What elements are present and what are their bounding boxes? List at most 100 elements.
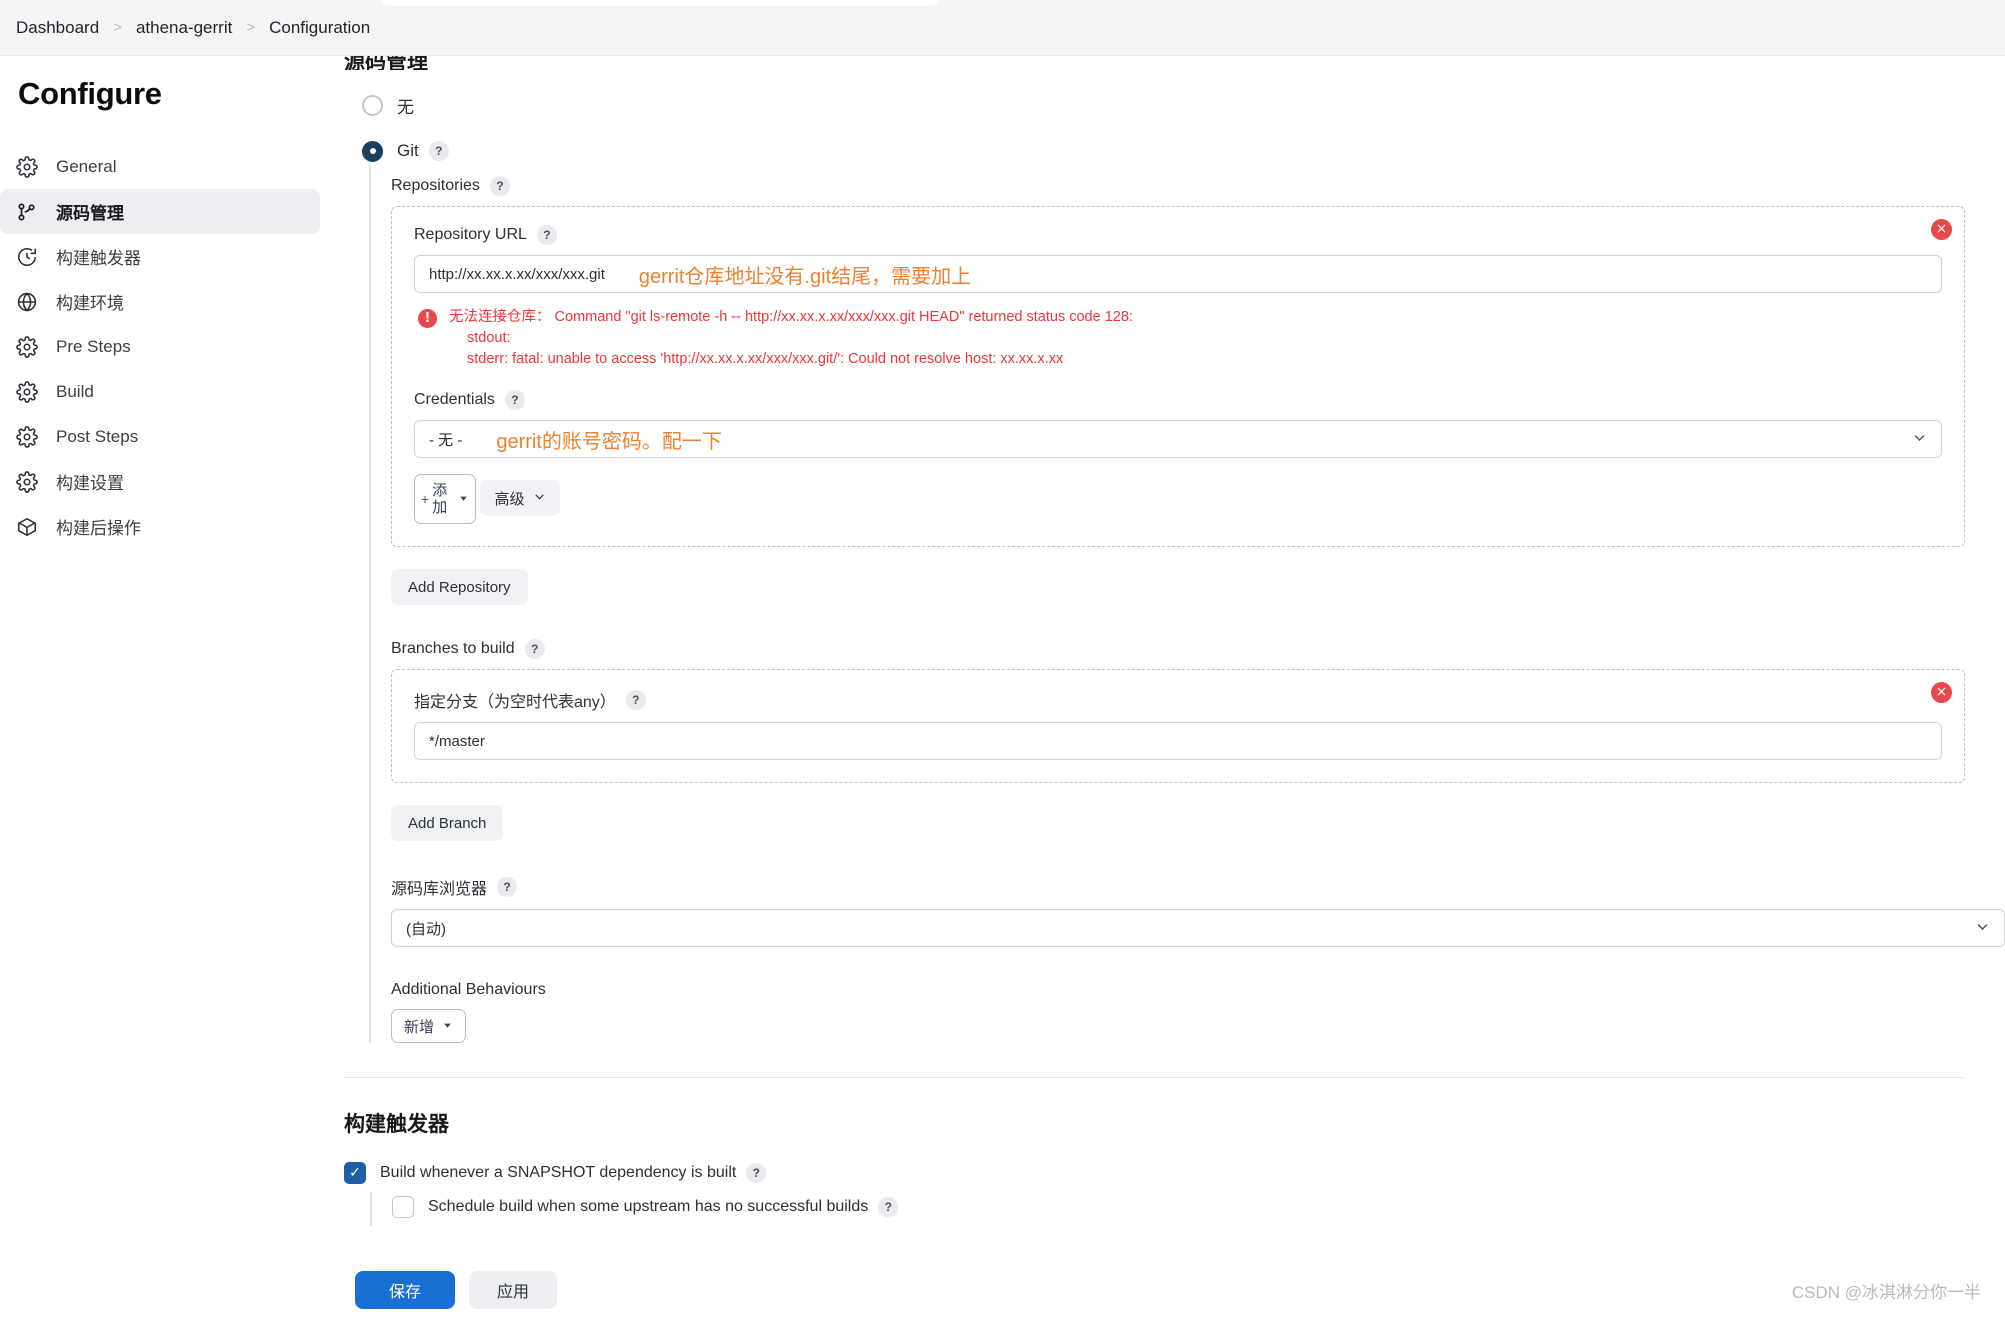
branch-specifier-label-row: 指定分支（为空时代表any） ?	[414, 688, 1942, 712]
chevron-down-icon	[458, 491, 469, 508]
breadcrumb: Dashboard > athena-gerrit > Configuratio…	[0, 0, 2005, 56]
advanced-button[interactable]: 高级	[480, 480, 561, 516]
credentials-label-row: Credentials ?	[414, 390, 1942, 410]
repository-url-label: Repository URL	[414, 226, 527, 243]
breadcrumb-item-dashboard[interactable]: Dashboard	[12, 16, 103, 40]
help-icon[interactable]: ?	[428, 141, 449, 161]
radio-none[interactable]	[362, 94, 383, 116]
breadcrumb-item-job[interactable]: athena-gerrit	[132, 16, 236, 40]
form-footer: 保存 应用	[330, 1261, 2005, 1317]
trigger-schedule-upstream[interactable]: Schedule build when some upstream has no…	[392, 1196, 2005, 1218]
sidebar-item-label: General	[56, 156, 117, 176]
delete-branch-button[interactable]: ×	[1931, 682, 1952, 703]
chevron-down-icon	[442, 1018, 453, 1035]
save-button[interactable]: 保存	[355, 1270, 456, 1309]
help-icon[interactable]: ?	[489, 176, 510, 196]
help-icon[interactable]: ?	[878, 1197, 899, 1217]
sidebar-item-label: Pre Steps	[56, 336, 131, 356]
repository-error-message: ! 无法连接仓库： Command "git ls-remote -h -- h…	[414, 307, 1942, 370]
branch-specifier-input[interactable]: */master	[414, 722, 1942, 760]
gear-icon	[14, 379, 40, 405]
trigger-snapshot-dependency[interactable]: Build whenever a SNAPSHOT dependency is …	[344, 1162, 2005, 1184]
breadcrumb-separator-icon: >	[113, 19, 122, 36]
sidebar-item-pre-steps[interactable]: Pre Steps	[0, 324, 320, 369]
repository-url-input[interactable]: http://xx.xx.x.xx/xxx/xxx.git gerrit仓库地址…	[414, 255, 1942, 293]
repository-url-label-row: Repository URL ?	[414, 225, 1942, 245]
add-credentials-label: 添加	[432, 482, 448, 516]
repositories-label-row: Repositories ?	[391, 176, 2005, 196]
help-icon[interactable]: ?	[504, 390, 525, 410]
git-config-block: Repositories ? × Repository URL ? http:/…	[369, 166, 2005, 1043]
radio-git[interactable]	[362, 140, 383, 162]
sidebar-item-build-triggers[interactable]: 构建触发器	[0, 234, 320, 279]
help-icon[interactable]: ?	[497, 877, 518, 897]
package-icon	[14, 514, 40, 540]
sidebar-item-label: 构建触发器	[56, 249, 141, 268]
plus-icon: +	[421, 490, 430, 507]
sidebar-item-general[interactable]: General	[0, 144, 320, 189]
gear-icon	[14, 334, 40, 360]
add-credentials-button[interactable]: + 添加	[414, 474, 476, 524]
add-branch-button[interactable]: Add Branch	[391, 805, 504, 841]
additional-behaviours-add-button[interactable]: 新增	[391, 1009, 467, 1043]
sidebar-item-label: 构建设置	[56, 474, 124, 493]
csdn-watermark: CSDN @冰淇淋分你一半	[1791, 1283, 1981, 1302]
additional-behaviours-add-label: 新增	[404, 1018, 435, 1036]
help-icon[interactable]: ?	[524, 639, 545, 659]
scm-option-label: Git	[397, 141, 419, 160]
help-icon[interactable]: ?	[625, 690, 646, 710]
chevron-down-icon	[1912, 430, 1927, 449]
gear-icon	[14, 424, 40, 450]
gear-icon	[14, 469, 40, 495]
browser-label-row: 源码库浏览器 ?	[391, 875, 2005, 899]
sidebar-item-build-environment[interactable]: 构建环境	[0, 279, 320, 324]
checkbox-snapshot-dependency[interactable]	[344, 1162, 366, 1184]
repositories-label: Repositories	[391, 177, 480, 194]
sidebar-item-label: Post Steps	[56, 426, 139, 446]
delete-repository-button[interactable]: ×	[1931, 219, 1952, 240]
chevron-down-icon	[1975, 919, 1990, 938]
scm-option-none[interactable]: 无	[362, 90, 2005, 120]
add-repository-button[interactable]: Add Repository	[391, 569, 528, 605]
sidebar-item-label: 构建后操作	[56, 519, 141, 538]
checkbox-schedule-upstream[interactable]	[392, 1196, 414, 1218]
branches-label-row: Branches to build ?	[391, 639, 2005, 659]
help-icon[interactable]: ?	[536, 225, 557, 245]
sidebar-item-post-steps[interactable]: Post Steps	[0, 414, 320, 459]
sidebar-item-scm[interactable]: 源码管理	[0, 189, 320, 234]
error-line-1: 无法连接仓库： Command "git ls-remote -h -- htt…	[449, 309, 1133, 325]
sidebar-item-label: Build	[56, 381, 94, 401]
error-icon: !	[418, 309, 437, 328]
branch-icon	[14, 199, 40, 225]
credentials-select[interactable]: - 无 - gerrit的账号密码。配一下	[414, 420, 1942, 458]
credentials-value: - 无 -	[429, 431, 463, 449]
sidebar-item-build[interactable]: Build	[0, 369, 320, 414]
additional-behaviours-label: Additional Behaviours	[391, 981, 546, 998]
section-divider	[344, 1077, 1965, 1078]
branch-block: × 指定分支（为空时代表any） ? */master	[391, 669, 1965, 783]
globe-icon	[14, 289, 40, 315]
advanced-label: 高级	[494, 490, 525, 508]
trigger-schedule-upstream-wrapper: Schedule build when some upstream has no…	[370, 1192, 2005, 1226]
repository-url-annotation: gerrit仓库地址没有.git结尾，需要加上	[638, 265, 972, 288]
gear-icon	[14, 154, 40, 180]
sidebar-item-label: 构建环境	[56, 294, 124, 313]
branch-specifier-label: 指定分支（为空时代表any）	[414, 694, 616, 711]
scm-option-git[interactable]: Git ?	[362, 136, 2005, 166]
apply-button[interactable]: 应用	[469, 1270, 558, 1309]
sidebar-item-post-build-actions[interactable]: 构建后操作	[0, 504, 320, 549]
trigger-label: Schedule build when some upstream has no…	[428, 1198, 869, 1215]
build-triggers-heading: 构建触发器	[344, 1113, 449, 1136]
credentials-annotation: gerrit的账号密码。配一下	[496, 430, 722, 453]
scm-option-label: 无	[397, 97, 414, 117]
branches-label: Branches to build	[391, 640, 515, 657]
sidebar-item-label: 源码管理	[56, 204, 124, 223]
sidebar-item-build-settings[interactable]: 构建设置	[0, 459, 320, 504]
repository-block: × Repository URL ? http://xx.xx.x.xx/xxx…	[391, 206, 1965, 547]
repository-url-value: http://xx.xx.x.xx/xxx/xxx.git	[429, 265, 605, 283]
repository-browser-select[interactable]: (自动)	[391, 909, 2005, 947]
browser-label: 源码库浏览器	[391, 881, 488, 898]
breadcrumb-item-configuration[interactable]: Configuration	[265, 16, 374, 40]
help-icon[interactable]: ?	[746, 1163, 767, 1183]
jenkins-configure-page: Dashboard > athena-gerrit > Configuratio…	[0, 0, 2005, 1317]
